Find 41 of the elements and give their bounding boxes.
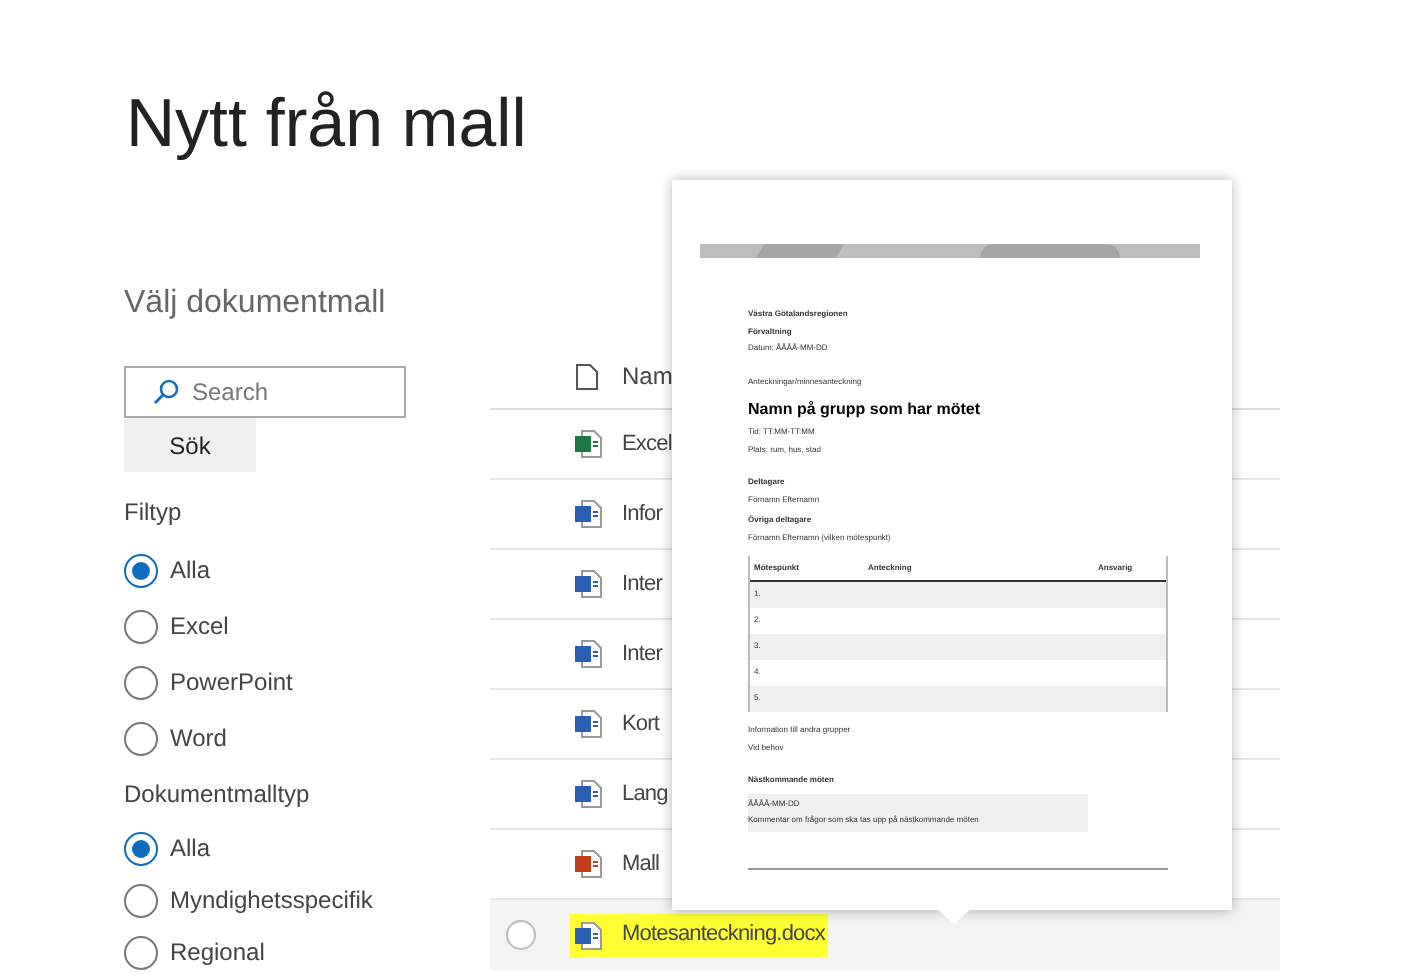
- search-button[interactable]: Sök: [124, 418, 256, 472]
- file-icon: [574, 780, 602, 808]
- radio-button[interactable]: [124, 721, 158, 755]
- file-name: Kort: [622, 709, 660, 740]
- document-icon: [576, 363, 598, 389]
- file-name: Inter: [622, 639, 663, 670]
- file-name: Inter: [622, 569, 663, 600]
- file-icon: [574, 850, 602, 878]
- file-name: Excel: [622, 429, 672, 460]
- radio-button[interactable]: [124, 553, 158, 587]
- file-icon: [574, 640, 602, 668]
- file-icon: [574, 430, 602, 458]
- file-icon: [574, 921, 602, 949]
- subtitle: Välj dokumentmall: [124, 284, 386, 324]
- search-field[interactable]: Search: [124, 366, 406, 418]
- radio-button[interactable]: [124, 831, 158, 865]
- radio-button[interactable]: [124, 883, 158, 917]
- file-name: Motesanteckning.docx: [622, 920, 825, 951]
- radio-option[interactable]: PowerPoint: [124, 654, 293, 710]
- row-radio[interactable]: [506, 920, 536, 950]
- column-header[interactable]: Nam: [622, 358, 673, 394]
- radio-button[interactable]: [124, 935, 158, 969]
- radio-option[interactable]: Excel: [124, 598, 229, 654]
- filter-label: Filtyp: [124, 496, 182, 530]
- file-name: Lang: [622, 779, 668, 810]
- radio-button[interactable]: [124, 609, 158, 643]
- document-heading: Namn på grupp som har mötet: [748, 398, 981, 422]
- radio-option[interactable]: Regional: [124, 926, 265, 976]
- file-icon: [574, 500, 602, 528]
- filter-label: Dokumentmalltyp: [124, 778, 310, 812]
- search-icon: [152, 378, 180, 406]
- radio-option[interactable]: Myndighetsspecifik: [124, 874, 373, 926]
- file-name: Infor: [622, 499, 663, 530]
- file-icon: [574, 570, 602, 598]
- page-title: Nytt från mall: [126, 84, 527, 164]
- file-name: Mall: [622, 849, 660, 880]
- radio-option[interactable]: Word: [124, 710, 227, 766]
- file-icon: [574, 710, 602, 738]
- radio-option[interactable]: Alla: [124, 542, 211, 598]
- radio-option[interactable]: Alla: [124, 822, 211, 874]
- radio-button[interactable]: [124, 665, 158, 699]
